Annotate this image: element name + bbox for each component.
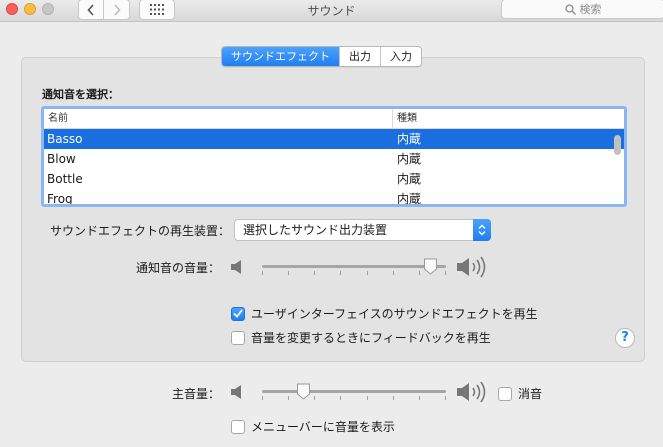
output-device-value: 選択したサウンド出力装置 — [243, 223, 388, 237]
slider-tick — [288, 271, 289, 275]
slider-tick — [367, 396, 368, 400]
slider-tick — [262, 396, 263, 400]
mute-checkbox-row[interactable]: 消音 — [498, 385, 542, 402]
row-name: Basso — [47, 132, 83, 146]
slider-tick — [419, 271, 420, 275]
row-name: Blow — [47, 152, 76, 166]
column-header-name[interactable]: 名前 — [44, 109, 393, 128]
ui-effects-checkbox-row[interactable]: ユーザインターフェイスのサウンドエフェクトを再生 — [231, 305, 538, 322]
slider-ticks — [262, 271, 446, 276]
row-type: 内蔵 — [397, 172, 422, 186]
slider-ticks — [262, 396, 446, 401]
search-field[interactable]: 検索 — [501, 0, 663, 19]
alert-volume-label: 通知音の音量： — [135, 261, 220, 275]
row-name: Frog — [47, 192, 73, 206]
table-row[interactable]: Bottle 内蔵 — [44, 169, 624, 189]
slider-tick — [314, 271, 315, 275]
row-name: Bottle — [47, 172, 83, 186]
column-header-type[interactable]: 種類 — [393, 109, 417, 128]
speaker-low-icon — [231, 385, 241, 399]
slider-tick — [262, 271, 263, 275]
alert-volume-slider[interactable] — [262, 258, 446, 280]
slider-tick — [445, 271, 446, 275]
search-placeholder: 検索 — [579, 3, 602, 16]
slider-knob[interactable] — [296, 383, 311, 400]
updown-chevron-icon — [473, 219, 491, 241]
slider-tick — [393, 396, 394, 400]
tab-bar: サウンドエフェクト 出力 入力 — [221, 46, 422, 67]
feedback-checkbox-row[interactable]: 音量を変更するときにフィードバックを再生 — [231, 329, 491, 346]
tab-sound-effects[interactable]: サウンドエフェクト — [222, 47, 339, 66]
row-type: 内蔵 — [397, 132, 422, 146]
speaker-high-icon — [457, 381, 486, 403]
feedback-label: 音量を変更するときにフィードバックを再生 — [251, 331, 491, 345]
slider-tick — [288, 396, 289, 400]
search-icon — [564, 3, 576, 15]
menubar-checkbox-row[interactable]: メニューバーに音量を表示 — [231, 418, 395, 435]
output-device-label: サウンドエフェクトの再生装置： — [49, 224, 230, 238]
row-type: 内蔵 — [397, 192, 422, 206]
slider-tick — [340, 396, 341, 400]
speaker-high-icon — [457, 256, 486, 278]
slider-tick — [314, 396, 315, 400]
ui-effects-label: ユーザインターフェイスのサウンドエフェクトを再生 — [251, 307, 538, 321]
alert-sound-table[interactable]: 名前 種類 Basso 内蔵 Blow 内蔵 Bottle 内蔵 Frog 内蔵 — [41, 106, 627, 207]
menubar-label: メニューバーに音量を表示 — [251, 420, 395, 434]
table-row[interactable]: Blow 内蔵 — [44, 149, 624, 169]
tab-output[interactable]: 出力 — [339, 47, 380, 66]
table-row[interactable]: Basso 内蔵 — [44, 129, 624, 149]
mute-label: 消音 — [518, 387, 543, 401]
row-type: 内蔵 — [397, 152, 422, 166]
title-bar: サウンド 検索 — [0, 0, 663, 22]
slider-tick — [340, 271, 341, 275]
slider-tick — [393, 271, 394, 275]
mute-checkbox[interactable] — [498, 386, 512, 401]
help-button[interactable]: ? — [615, 328, 635, 348]
menubar-checkbox[interactable] — [231, 419, 245, 434]
speaker-low-icon — [231, 260, 241, 274]
main-volume-slider[interactable] — [262, 383, 446, 405]
slider-knob[interactable] — [423, 258, 438, 275]
slider-tick — [367, 271, 368, 275]
checkmark-icon — [233, 309, 243, 318]
alert-sound-label: 通知音を選択： — [42, 88, 119, 101]
output-device-select[interactable]: 選択したサウンド出力装置 — [234, 219, 491, 241]
slider-tick — [419, 396, 420, 400]
feedback-checkbox[interactable] — [231, 330, 245, 345]
table-header: 名前 種類 — [44, 109, 624, 129]
table-row[interactable]: Frog 内蔵 — [44, 189, 624, 206]
main-volume-label: 主音量： — [171, 387, 220, 401]
slider-tick — [445, 396, 446, 400]
table-scrollbar[interactable] — [614, 135, 621, 155]
ui-effects-checkbox[interactable] — [231, 306, 245, 321]
tab-input[interactable]: 入力 — [380, 47, 421, 66]
